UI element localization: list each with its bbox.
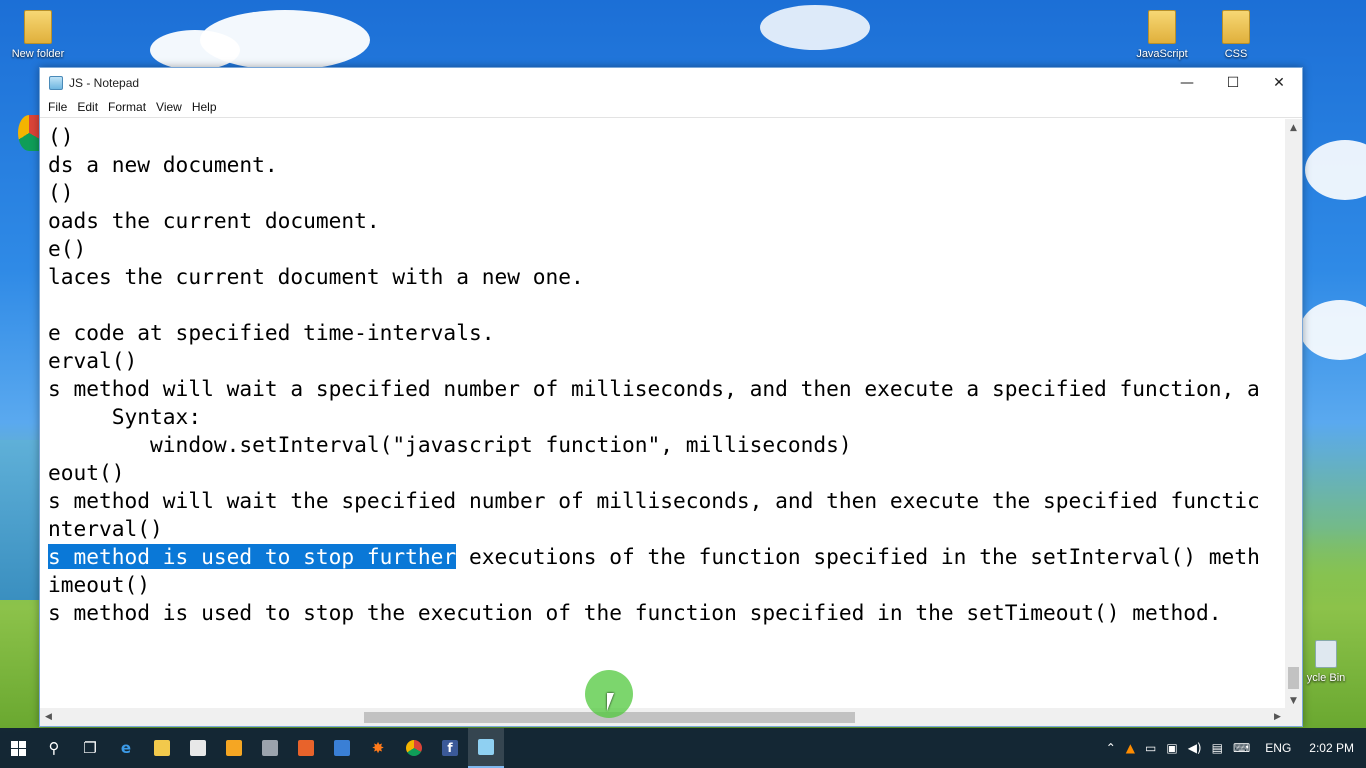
editor-line: s method will wait the specified number … [48,488,1260,513]
menu-bar: File Edit Format View Help [40,97,1302,118]
horizontal-scrollbar[interactable]: ◀ ▶ [40,708,1286,726]
edge-icon[interactable]: e [108,728,144,768]
menu-help[interactable]: Help [187,100,222,114]
editor-line: imeout() [48,572,151,597]
menu-format[interactable]: Format [103,100,151,114]
language-indicator[interactable]: ENG [1255,741,1301,755]
network-icon[interactable]: ▣ [1161,741,1182,755]
desktop-icon-label: CSS [1224,48,1248,60]
cloud [1305,140,1366,200]
text-editor[interactable]: () ds a new document. () oads the curren… [40,119,1286,709]
editor-line: ds a new document. [48,152,278,177]
cloud [1300,300,1366,360]
selected-line-rest: executions of the function specified in … [456,544,1260,569]
editor-line: eout() [48,460,125,485]
editor-line: s method is used to stop the execution o… [48,600,1222,625]
facebook-icon[interactable]: f [432,728,468,768]
editor-line: oads the current document. [48,208,380,233]
vertical-scrollbar[interactable]: ▲ ▼ [1285,119,1302,709]
desktop-icon-label: JavaScript [1136,48,1188,60]
folder-icon [24,10,52,44]
lake [0,440,40,600]
scroll-up-arrow-icon[interactable]: ▲ [1285,119,1302,136]
store-icon[interactable] [180,728,216,768]
editor-line: Syntax: [48,404,202,429]
windows-start-icon[interactable] [0,728,36,768]
scrollbar-corner [1285,708,1302,726]
editor-line: erval() [48,348,138,373]
title-bar[interactable]: JS - Notepad — ☐ ✕ [40,68,1302,97]
keyboard-icon[interactable]: ⌨ [1228,741,1255,755]
clock[interactable]: 2:02 PM [1301,741,1366,755]
editor-line: () [48,124,74,149]
chrome-desktop-icon[interactable] [18,115,40,151]
power-icon[interactable]: ▭ [1140,741,1161,755]
menu-edit[interactable]: Edit [72,100,103,114]
volume-icon[interactable]: ◀) [1183,741,1207,755]
editor-line: () [48,180,74,205]
file-explorer-icon[interactable] [144,728,180,768]
cloud [150,30,240,70]
task-view-icon[interactable]: ❐ [72,728,108,768]
editor-line: e code at specified time-intervals. [48,320,495,345]
editor-line: e() [48,236,87,261]
desktop-icon-javascript[interactable]: JavaScript [1130,10,1194,60]
media-player-icon[interactable] [216,728,252,768]
desktop-icon-css[interactable]: CSS [1212,10,1260,60]
scroll-left-arrow-icon[interactable]: ◀ [40,708,57,726]
desktop-icon-recycle-bin[interactable]: ycle Bin [1302,640,1350,684]
desktop-icon-new-folder[interactable]: New folder [6,10,70,60]
cloud [760,5,870,50]
window-controls: — ☐ ✕ [1164,68,1302,97]
editor-line: window.setInterval("javascript function"… [48,432,852,457]
paint-icon[interactable]: ✸ [360,728,396,768]
notepad-window: JS - Notepad — ☐ ✕ File Edit Format View… [39,67,1303,727]
chevron-up-icon[interactable]: ⌃ [1101,741,1121,755]
notepad-icon [49,75,63,90]
desktop-icon-label: New folder [11,48,65,60]
menu-view[interactable]: View [151,100,187,114]
window-title: JS - Notepad [69,75,140,90]
scroll-down-arrow-icon[interactable]: ▼ [1285,692,1302,709]
search-icon[interactable]: ⚲ [36,728,72,768]
panel-icon[interactable] [324,728,360,768]
mouse-cursor-icon [607,693,614,711]
editor-line: nterval() [48,516,163,541]
minimize-button[interactable]: — [1164,68,1210,97]
folder-icon [1222,10,1250,44]
fox-app-icon[interactable] [288,728,324,768]
notepad-icon[interactable] [468,728,504,768]
menu-file[interactable]: File [43,100,72,114]
chrome-icon[interactable] [396,728,432,768]
folder-icon [1148,10,1176,44]
scroll-right-arrow-icon[interactable]: ▶ [1269,708,1286,726]
editor-line: s method will wait a specified number of… [48,376,1260,401]
taskbar: ⚲ ❐ e ✸ f ⌃ ▲ ▭ ▣ ◀) ▤ ⌨ ENG 2:02 PM [0,728,1366,768]
action-center-icon[interactable]: ▤ [1207,741,1228,755]
maximize-button[interactable]: ☐ [1210,68,1256,97]
vlc-icon[interactable]: ▲ [1121,741,1140,755]
close-button[interactable]: ✕ [1256,68,1302,97]
system-tray: ⌃ ▲ ▭ ▣ ◀) ▤ ⌨ ENG 2:02 PM [1101,728,1366,768]
editor-line-selected: s method is used to stop further executi… [48,543,1286,571]
film-icon[interactable] [252,728,288,768]
editor-line: laces the current document with a new on… [48,264,584,289]
recycle-bin-icon [1315,640,1337,668]
desktop-icon-label: ycle Bin [1306,672,1346,684]
text-selection: s method is used to stop further [48,544,457,569]
vertical-scroll-thumb[interactable] [1288,667,1299,689]
